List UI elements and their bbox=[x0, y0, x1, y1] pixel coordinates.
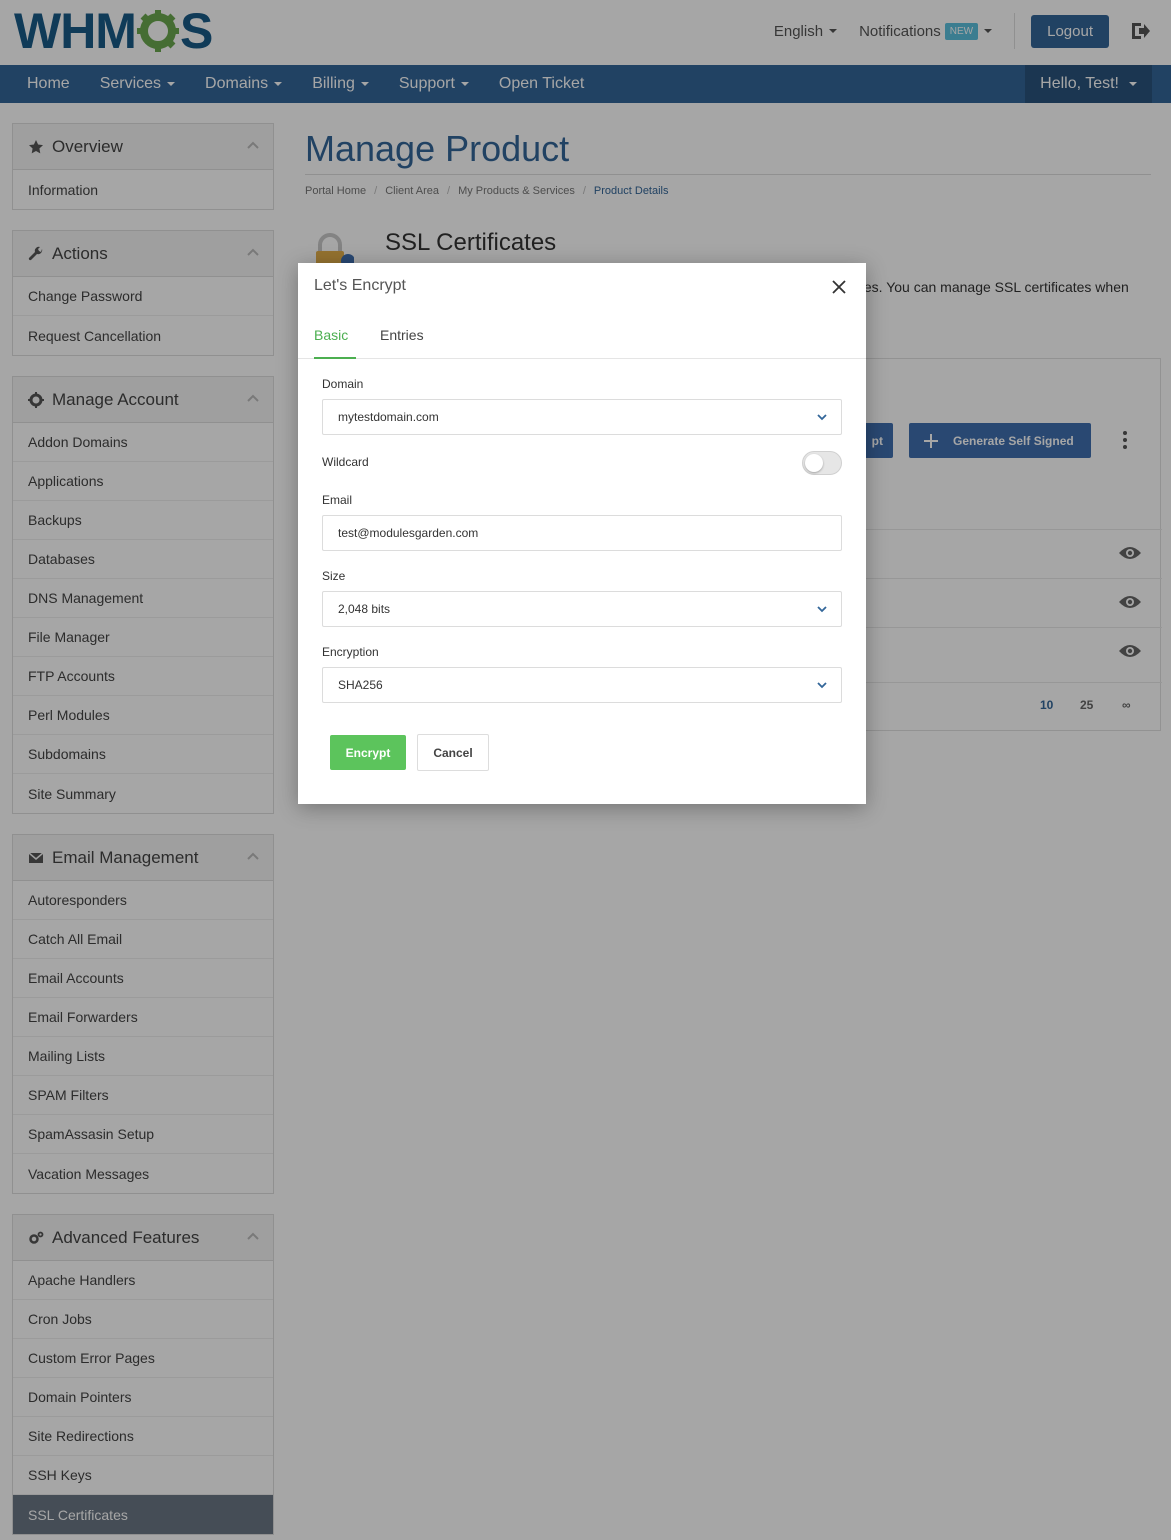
chevron-down-icon bbox=[817, 682, 827, 689]
size-label: Size bbox=[322, 569, 346, 583]
wildcard-label: Wildcard bbox=[322, 455, 369, 469]
domain-select[interactable]: mytestdomain.com bbox=[322, 399, 842, 435]
email-field[interactable]: test@modulesgarden.com bbox=[322, 515, 842, 551]
encrypt-button[interactable]: Encrypt bbox=[330, 735, 406, 770]
size-select[interactable]: 2,048 bits bbox=[322, 591, 842, 627]
lets-encrypt-modal: Let's Encrypt Basic Entries Domain mytes… bbox=[298, 263, 866, 804]
toggle-knob bbox=[805, 454, 823, 472]
chevron-down-icon bbox=[817, 414, 827, 421]
cancel-button[interactable]: Cancel bbox=[417, 734, 489, 771]
size-value: 2,048 bits bbox=[338, 602, 391, 616]
encryption-label: Encryption bbox=[322, 645, 379, 659]
wildcard-toggle[interactable] bbox=[802, 451, 842, 475]
encryption-value: SHA256 bbox=[338, 678, 383, 692]
domain-label: Domain bbox=[322, 377, 364, 391]
tab-basic[interactable]: Basic bbox=[314, 327, 356, 359]
close-icon[interactable] bbox=[832, 280, 846, 294]
email-value: test@modulesgarden.com bbox=[338, 526, 479, 540]
domain-value: mytestdomain.com bbox=[338, 410, 439, 424]
modal-tabs: Basic Entries bbox=[298, 321, 866, 359]
modal-title: Let's Encrypt bbox=[314, 277, 406, 294]
email-label: Email bbox=[322, 493, 353, 507]
chevron-down-icon bbox=[817, 606, 827, 613]
tab-entries[interactable]: Entries bbox=[380, 327, 424, 359]
encryption-select[interactable]: SHA256 bbox=[322, 667, 842, 703]
